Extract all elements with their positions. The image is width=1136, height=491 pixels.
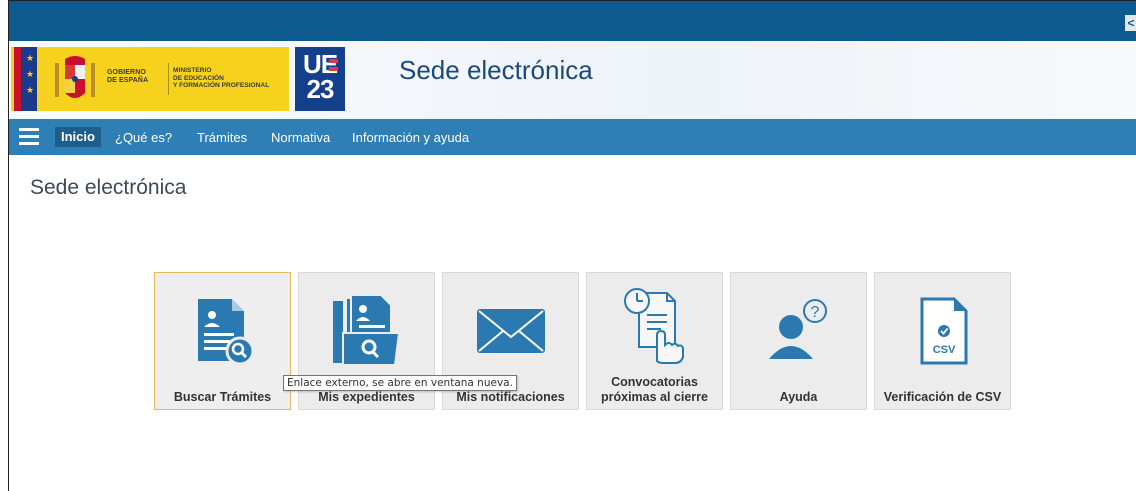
nav-item-informacion-ayuda[interactable]: Información y ayuda xyxy=(352,129,469,147)
government-text: GOBIERNO DE ESPAÑA xyxy=(107,69,149,84)
tile-label: Ayuda xyxy=(779,390,818,404)
site-header: ★ ★ ★ GOBIERNO DE ESPAÑA MINISTERIO DE E… xyxy=(9,41,1136,119)
envelope-icon xyxy=(476,309,545,353)
external-link-tooltip: Enlace externo, se abre en ventana nueva… xyxy=(283,375,517,391)
ue23-logo: UE 23 xyxy=(295,47,345,111)
tile-label: Mis notificaciones xyxy=(456,390,565,404)
browser-frame: < ★ ★ ★ GOBIERNO DE ESPAÑA MINISTERIO DE… xyxy=(8,0,1136,491)
top-bar: < xyxy=(9,1,1136,41)
tile-verificacion-csv[interactable]: CSV Verificación de CSV xyxy=(874,272,1011,410)
logo-divider xyxy=(168,63,169,95)
tile-label: Convocatorias próximas al cierre xyxy=(600,375,708,404)
svg-text:★: ★ xyxy=(26,69,34,79)
site-title[interactable]: Sede electrónica xyxy=(399,55,593,86)
hamburger-menu-icon[interactable] xyxy=(19,128,39,146)
coat-of-arms-icon xyxy=(55,56,95,98)
svg-text:★: ★ xyxy=(26,85,34,95)
svg-text:CSV: CSV xyxy=(932,344,955,356)
tile-ayuda[interactable]: ? Ayuda xyxy=(730,272,867,410)
page-title: Sede electrónica xyxy=(30,176,187,199)
logo-accent xyxy=(329,59,338,63)
tile-label: Verificación de CSV xyxy=(883,390,1002,404)
folder-search-icon xyxy=(332,294,400,366)
logo-accent xyxy=(329,67,338,71)
tile-buscar-tramites[interactable]: Buscar Trámites xyxy=(154,272,291,410)
collapse-toggle-button[interactable]: < xyxy=(1125,15,1136,31)
main-navigation: Inicio ¿Qué es? Trámites Normativa Infor… xyxy=(9,119,1136,155)
svg-text:?: ? xyxy=(810,304,819,321)
clock-document-hand-icon xyxy=(623,288,684,364)
nav-item-normativa[interactable]: Normativa xyxy=(271,129,330,147)
tile-label: Buscar Trámites xyxy=(173,390,272,404)
government-logo[interactable]: GOBIERNO DE ESPAÑA MINISTERIO DE EDUCACI… xyxy=(37,47,289,111)
csv-document-icon: CSV xyxy=(920,297,967,365)
user-question-icon: ? xyxy=(768,299,827,359)
svg-text:★: ★ xyxy=(26,53,34,63)
nav-item-que-es[interactable]: ¿Qué es? xyxy=(115,129,172,147)
nav-item-inicio[interactable]: Inicio xyxy=(55,127,101,147)
eu-flag-stripe-icon: ★ ★ ★ xyxy=(11,47,37,111)
ministry-text: MINISTERIO DE EDUCACIÓN Y FORMACIÓN PROF… xyxy=(173,67,270,90)
tile-label: Mis expedientes xyxy=(318,390,415,404)
nav-item-tramites[interactable]: Trámites xyxy=(197,129,247,147)
search-document-icon xyxy=(197,299,254,366)
tile-convocatorias[interactable]: Convocatorias próximas al cierre xyxy=(586,272,723,410)
